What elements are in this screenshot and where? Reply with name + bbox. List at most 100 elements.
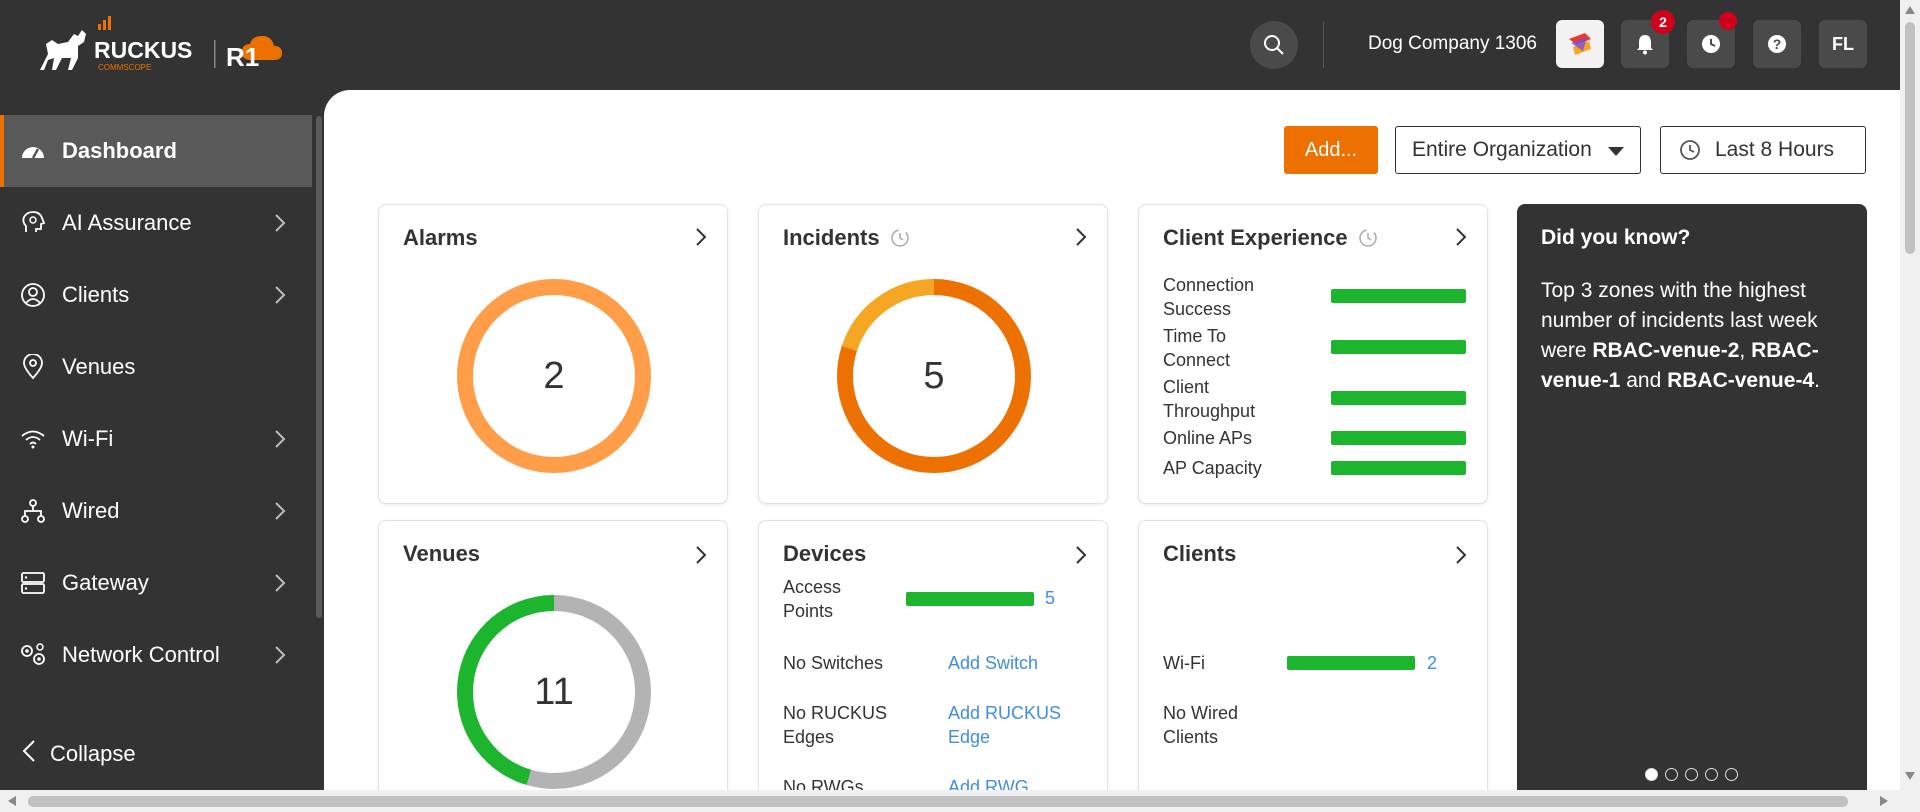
chevron-right-icon [275,214,286,232]
card-title: Venues [403,541,481,566]
horizontal-scrollbar[interactable] [0,790,1920,812]
clients-card[interactable]: Clients Wi-Fi 2 No Wired Clients [1138,520,1488,812]
svg-text:R1: R1 [226,42,259,72]
incidents-donut: 5 [835,277,1033,475]
incidents-card[interactable]: Incidents 5 [758,204,1108,504]
alarms-card[interactable]: Alarms 2 [378,204,728,504]
sidebar-item-venues[interactable]: Venues [0,331,312,403]
horizontal-scroll-thumb[interactable] [28,796,1848,807]
alarms-count: 2 [543,354,565,397]
cx-row-time-to-connect: Time To Connect [1163,324,1473,372]
time-range-select[interactable]: Last 8 Hours [1660,126,1866,174]
add-edge-link[interactable]: Add RUCKUS Edge [948,701,1061,749]
search-icon [1264,35,1284,55]
app-logo-icon [1569,33,1591,55]
wifi-clients-count-link[interactable]: 2 [1427,651,1437,675]
chevron-right-icon[interactable] [695,545,707,565]
did-you-know-title: Did you know? [1541,226,1691,249]
switches-label: No Switches [783,653,884,673]
did-you-know-text: Top 3 zones with the highest number of i… [1541,279,1820,392]
clients-row-wired: No Wired Clients [1163,701,1473,749]
caret-down-icon [1608,147,1624,156]
chevron-right-icon [275,574,286,592]
cx-row-client-throughput: Client Throughput [1163,375,1473,423]
sidebar-item-dashboard[interactable]: Dashboard [0,115,312,187]
chevron-right-icon [275,286,286,304]
devices-row-access-points: Access Points 5 [783,575,1093,623]
incidents-title: Incidents [783,225,880,250]
sidebar-item-wired[interactable]: Wired [0,475,312,547]
svg-text:COMMSCOPE: COMMSCOPE [98,63,151,72]
add-switch-link[interactable]: Add Switch [948,651,1038,675]
clients-row-wifi: Wi-Fi 2 [1163,651,1473,675]
card-title: Devices [783,541,867,566]
sidebar-scrollbar[interactable] [316,116,322,618]
sidebar-item-label: Network Control [62,642,220,667]
carousel-pagination [1645,768,1738,781]
card-title: Client Experience [1163,225,1378,251]
chevron-right-icon[interactable] [1455,545,1467,565]
scroll-up-arrow-icon[interactable] [1905,6,1915,14]
cx-bar [1331,461,1466,475]
sidebar-item-ai-assurance[interactable]: AI Assurance [0,187,312,259]
wired-network-icon [18,496,48,526]
did-you-know-panel: Did you know? Top 3 zones with the highe… [1517,204,1867,804]
app-launcher-button[interactable] [1556,20,1604,68]
carousel-dot[interactable] [1725,768,1738,781]
devices-row-switches: No Switches Add Switch [783,651,1093,675]
access-points-bar [906,592,1034,606]
clock-icon [1702,35,1720,53]
notifications-button[interactable]: 2 [1621,10,1675,68]
time-range-label: Last 8 Hours [1715,138,1835,161]
ruckus-logo[interactable]: RUCKUS COMMSCOPE R1 [38,14,288,76]
scope-label: Entire Organization [1412,138,1592,161]
carousel-dot[interactable] [1685,768,1698,781]
chevron-right-icon[interactable] [1455,227,1467,247]
sidebar-item-wifi[interactable]: Wi-Fi [0,403,312,475]
chevron-right-icon[interactable] [1075,545,1087,565]
activity-status-dot [1719,12,1737,30]
collapse-label: Collapse [50,741,136,766]
cx-row-label: Online APs [1163,428,1253,448]
vertical-scroll-thumb[interactable] [1905,22,1915,254]
search-button[interactable] [1250,21,1298,69]
venues-card[interactable]: Venues 11 [378,520,728,812]
access-points-label: Access Points [783,577,842,621]
cx-bar [1331,391,1466,405]
cx-bar [1331,340,1466,354]
history-icon [890,228,910,248]
cx-row-ap-capacity: AP Capacity [1163,456,1473,480]
alarms-donut: 2 [455,277,653,475]
vertical-scrollbar[interactable] [1900,0,1920,790]
add-button[interactable]: Add... [1284,126,1378,174]
devices-card[interactable]: Devices Access Points 5 No Switches Add … [758,520,1108,812]
cx-bar [1331,289,1466,303]
cx-row-connection-success: Connection Success [1163,273,1473,321]
company-name[interactable]: Dog Company 1306 [1368,33,1537,55]
sidebar-item-clients[interactable]: Clients [0,259,312,331]
user-icon [18,280,48,310]
ai-assurance-icon [18,208,48,238]
sidebar-item-network-control[interactable]: Network Control [0,619,312,691]
collapse-sidebar-button[interactable]: Collapse [0,732,312,776]
client-experience-card[interactable]: Client Experience Connection Success Tim… [1138,204,1488,504]
carousel-dot[interactable] [1705,768,1718,781]
access-points-count-link[interactable]: 5 [1045,586,1055,610]
wifi-clients-bar [1287,656,1415,670]
chevron-right-icon[interactable] [695,227,707,247]
sidebar-item-label: Wi-Fi [62,426,114,451]
sidebar-item-label: AI Assurance [62,210,192,235]
sidebar-item-label: Venues [62,354,136,379]
organization-scope-select[interactable]: Entire Organization [1395,126,1641,174]
activity-history-button[interactable] [1687,12,1737,68]
sidebar-item-gateway[interactable]: Gateway [0,547,312,619]
wifi-icon [18,424,48,454]
chevron-right-icon[interactable] [1075,227,1087,247]
scroll-left-arrow-icon[interactable] [8,796,16,806]
carousel-dot[interactable] [1645,768,1658,781]
carousel-dot[interactable] [1665,768,1678,781]
scroll-down-arrow-icon[interactable] [1905,772,1915,780]
help-button[interactable]: ? [1753,20,1801,68]
scroll-right-arrow-icon[interactable] [1880,796,1888,806]
user-menu-button[interactable]: FL [1819,20,1867,68]
